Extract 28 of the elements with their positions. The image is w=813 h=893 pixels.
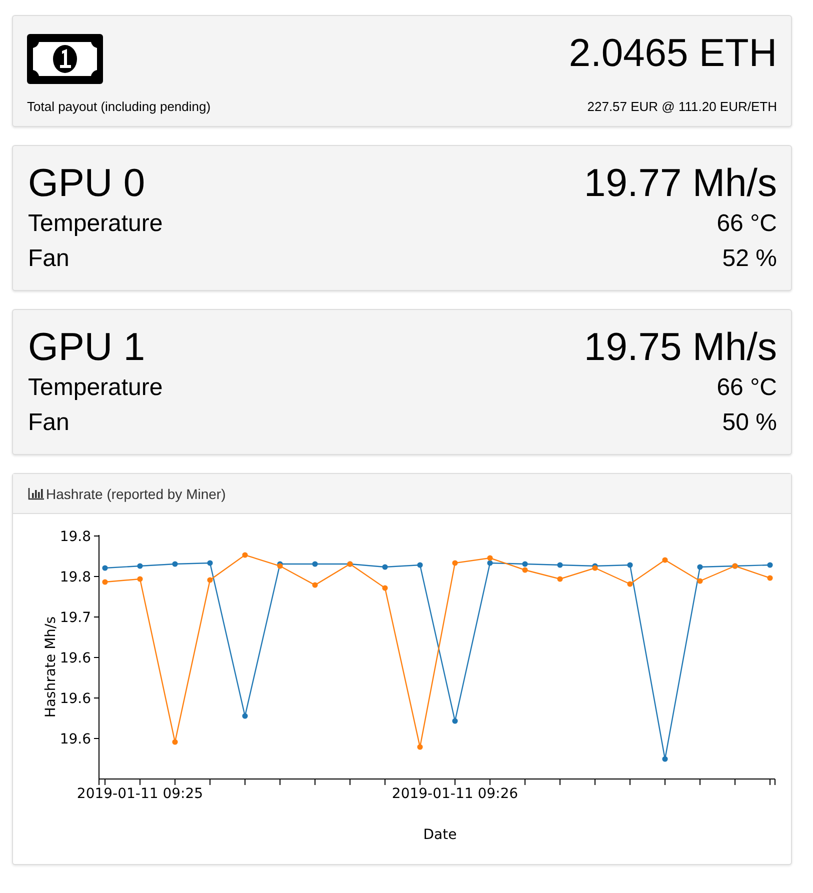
stat-label: Fan (28, 244, 70, 274)
stat-value: 50 % (722, 408, 777, 438)
y-tick-label: 19.7 (60, 610, 91, 626)
x-axis-title: Date (423, 827, 457, 843)
y-axis-title: Hashrate Mh/s (43, 616, 59, 718)
gpu-hashrate: 19.75 Mh/s (584, 326, 777, 370)
stat-label: Temperature (28, 373, 163, 403)
gpu-name: GPU 0 (28, 162, 146, 206)
gpu-hashrate: 19.77 Mh/s (584, 162, 777, 206)
payout-conversion: 227.57 EUR @ 111.20 EUR/ETH (587, 98, 777, 116)
payout-amount: 2.0465 ETH (568, 32, 777, 76)
y-tick-label: 19.6 (60, 732, 91, 748)
stat-label: Fan (28, 408, 70, 438)
panel-title: Hashrate (reported by Miner) (46, 486, 226, 502)
payout-label: Total payout (including pending) (27, 98, 211, 116)
banknote-icon (27, 34, 103, 84)
y-tick-label: 19.8 (60, 529, 91, 545)
y-tick-label: 19.8 (60, 570, 91, 586)
gpu-name: GPU 1 (28, 326, 146, 370)
stat-value: 66 °C (716, 209, 777, 239)
y-tick-label: 19.6 (60, 691, 91, 707)
x-tick-label: 2019-01-11 09:25 (76, 786, 204, 802)
x-tick-label: 2019-01-11 09:26 (392, 786, 518, 802)
stat-value: 52 % (722, 244, 777, 274)
stat-label: Temperature (28, 209, 163, 239)
y-tick-label: 19.6 (60, 650, 91, 666)
stat-value: 66 °C (716, 373, 777, 403)
bar-chart-icon (28, 488, 44, 500)
